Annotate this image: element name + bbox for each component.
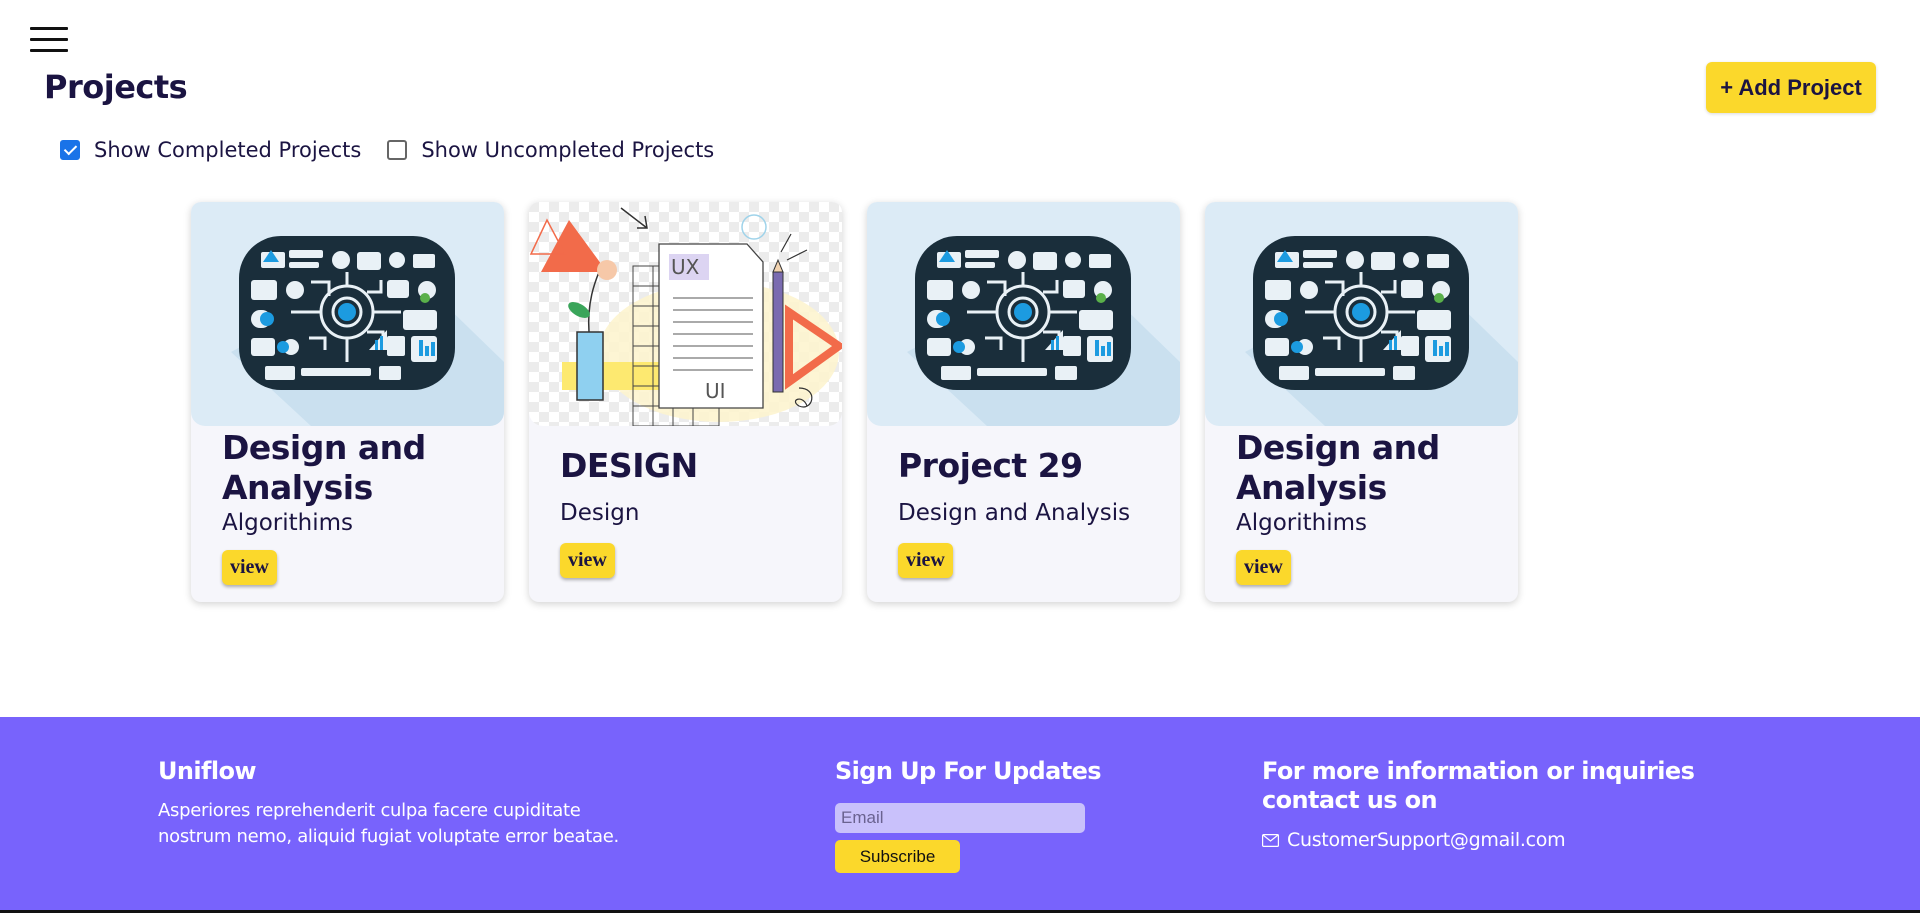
view-button[interactable]: view xyxy=(898,543,953,578)
add-project-button[interactable]: + Add Project xyxy=(1706,62,1876,113)
project-image-ux-ui: UX UI xyxy=(529,202,842,426)
footer-brand: Uniflow xyxy=(158,757,257,785)
signup-heading: Sign Up For Updates xyxy=(835,757,1102,785)
ui-label: UI xyxy=(705,379,726,403)
mail-icon xyxy=(1262,833,1279,847)
uncompleted-checkbox[interactable] xyxy=(387,140,408,160)
ux-label: UX xyxy=(671,255,700,279)
hamburger-menu-icon[interactable] xyxy=(30,27,68,53)
project-subtitle: Algorithims xyxy=(222,510,354,536)
project-subtitle: Design and Analysis xyxy=(898,500,1131,526)
project-filters: Show Completed Projects Show Uncompleted… xyxy=(60,138,740,162)
project-card-grid: Design and Analysis Algorithims view UX … xyxy=(191,202,1543,602)
view-button[interactable]: view xyxy=(1236,550,1291,585)
subscribe-button[interactable]: Subscribe xyxy=(835,840,960,873)
filter-uncompleted[interactable]: Show Uncompleted Projects xyxy=(387,138,714,162)
project-card: UX UI DESIGN Design view xyxy=(529,202,842,602)
project-title: Design and Analysis xyxy=(1236,428,1440,507)
project-title: Project 29 xyxy=(898,446,1083,485)
project-title: DESIGN xyxy=(560,446,698,485)
filter-uncompleted-label: Show Uncompleted Projects xyxy=(421,138,715,162)
footer-signup-section: Sign Up For Updates Subscribe xyxy=(835,757,1135,873)
project-subtitle: Algorithims xyxy=(1236,510,1368,536)
completed-checkbox[interactable] xyxy=(60,140,80,160)
contact-email[interactable]: CustomerSupport@gmail.com xyxy=(1287,829,1566,851)
footer-contact-section: For more information or inquiries contac… xyxy=(1262,757,1782,851)
project-title: Design and Analysis xyxy=(222,428,426,507)
footer-description: Asperiores reprehenderit culpa facere cu… xyxy=(158,800,619,847)
email-field[interactable] xyxy=(835,803,1085,833)
project-image-algorithm xyxy=(1205,202,1518,426)
footer: Uniflow Asperiores reprehenderit culpa f… xyxy=(0,717,1920,913)
view-button[interactable]: view xyxy=(560,543,615,578)
project-card: Design and Analysis Algorithims view xyxy=(1205,202,1518,602)
contact-line: CustomerSupport@gmail.com xyxy=(1262,829,1782,851)
footer-brand-section: Uniflow Asperiores reprehenderit culpa f… xyxy=(158,757,658,850)
view-button[interactable]: view xyxy=(222,550,277,585)
filter-completed-label: Show Completed Projects xyxy=(94,138,362,162)
filter-completed[interactable]: Show Completed Projects xyxy=(60,138,361,162)
project-image-algorithm xyxy=(867,202,1180,426)
contact-heading: For more information or inquiries contac… xyxy=(1262,757,1695,814)
project-card: Project 29 Design and Analysis view xyxy=(867,202,1180,602)
page-title: Projects xyxy=(44,68,188,106)
project-image-algorithm xyxy=(191,202,504,426)
project-subtitle: Design xyxy=(560,500,640,526)
project-card: Design and Analysis Algorithims view xyxy=(191,202,504,602)
